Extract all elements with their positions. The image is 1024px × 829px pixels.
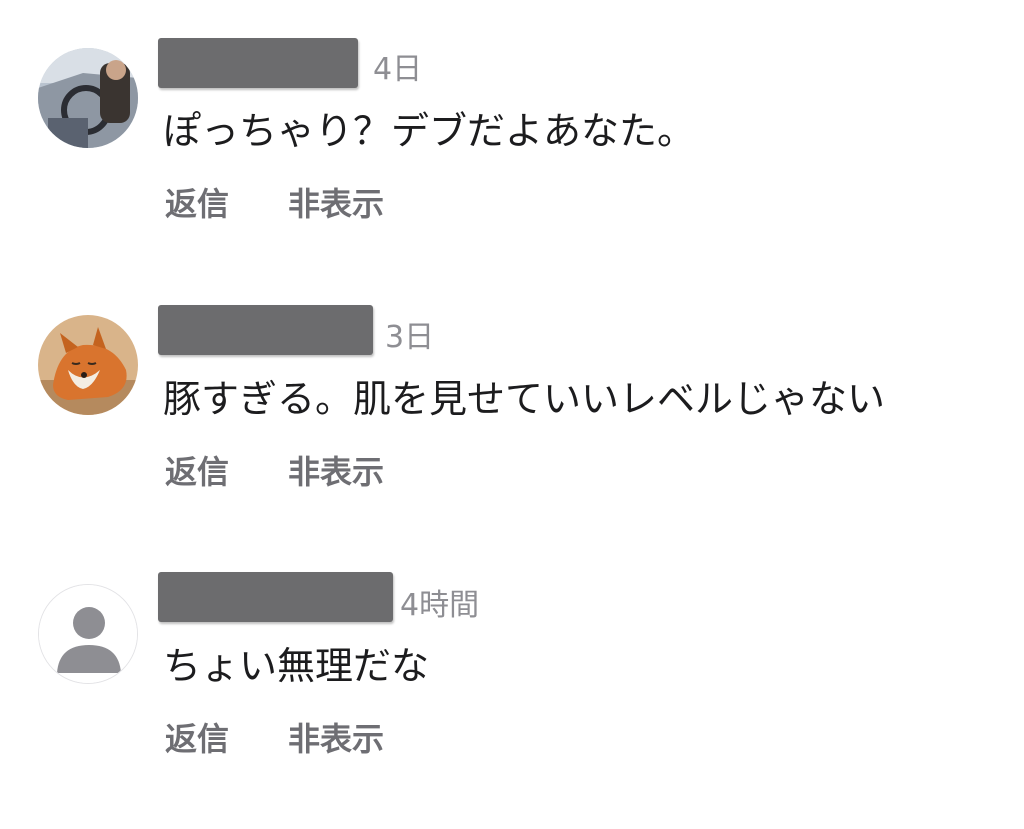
comment-timestamp: 3日 — [385, 320, 435, 355]
reply-button[interactable]: 返信 — [165, 456, 229, 488]
photo-avatar-fox-icon — [38, 315, 138, 415]
photo-avatar-car-icon — [38, 48, 138, 148]
comment-text: 豚すぎる。肌を見せていいレベルじゃない — [163, 377, 886, 421]
default-user-icon — [39, 585, 137, 683]
hide-button[interactable]: 非表示 — [288, 723, 384, 755]
hide-button[interactable]: 非表示 — [288, 456, 384, 488]
comment-item: 3日 豚すぎる。肌を見せていいレベルじゃない 返信 非表示 — [0, 267, 1024, 517]
comment-timestamp: 4日 — [373, 52, 423, 87]
comment-text: ぽっちゃり？デブだよあなた。 — [163, 109, 696, 153]
user-avatar[interactable] — [38, 48, 138, 148]
reply-button[interactable]: 返信 — [165, 188, 229, 220]
comment-timestamp: 4時間 — [400, 588, 480, 623]
user-avatar[interactable] — [38, 315, 138, 415]
comment-item: 4時間 ちょい無理だな 返信 非表示 — [0, 534, 1024, 784]
username-redacted[interactable] — [158, 572, 393, 622]
reply-button[interactable]: 返信 — [165, 723, 229, 755]
comment-text: ちょい無理だな — [163, 644, 430, 688]
hide-button[interactable]: 非表示 — [288, 188, 384, 220]
username-redacted[interactable] — [158, 38, 358, 88]
comment-item: 4日 ぽっちゃり？デブだよあなた。 返信 非表示 — [0, 0, 1024, 250]
username-redacted[interactable] — [158, 305, 373, 355]
user-avatar[interactable] — [38, 584, 138, 684]
